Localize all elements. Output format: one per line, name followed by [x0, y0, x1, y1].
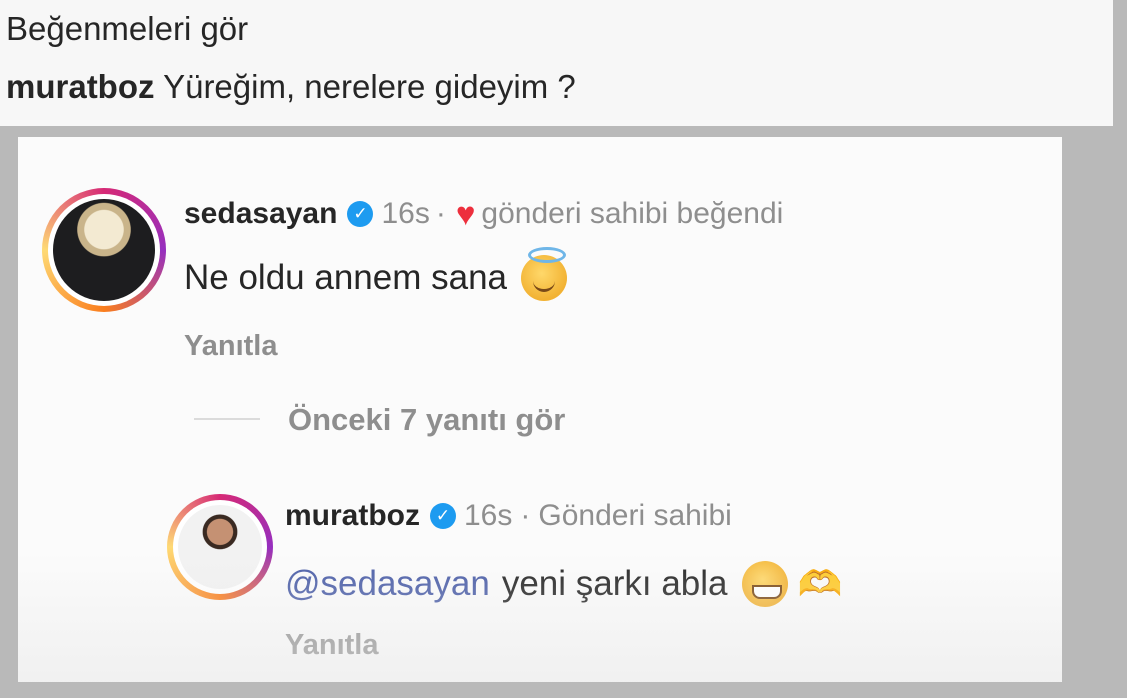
avatar-image [178, 505, 262, 589]
smiling-face-with-halo-icon [521, 247, 567, 301]
comment-text: Ne oldu annem sana [184, 258, 507, 297]
verified-badge-icon: ✓ [347, 201, 374, 227]
liked-by-author-label: gönderi sahibi beğendi [481, 197, 784, 230]
avatar-image [53, 199, 155, 301]
author-label: Gönderi sahibi [538, 499, 732, 532]
caption-username[interactable]: muratboz [6, 68, 155, 105]
post-caption-card: Beğenmeleri gör muratboz Yüreğim, nerele… [0, 0, 1113, 126]
post-caption: muratboz Yüreğim, nerelere gideyim ? [6, 68, 576, 106]
reply-button[interactable]: Yanıtla [184, 330, 278, 363]
verified-badge-icon: ✓ [430, 503, 456, 529]
meta-separator: · [435, 197, 446, 230]
view-likes-link[interactable]: Beğenmeleri gör [6, 10, 248, 48]
reply-button[interactable]: Yanıtla [285, 629, 379, 662]
meta-separator: · [520, 499, 531, 532]
comment-username[interactable]: sedasayan [184, 197, 337, 231]
heart-icon: ♥ [455, 195, 476, 232]
comment-header: sedasayan ✓ 16s · ♥ gönderi sahibi beğen… [184, 195, 783, 233]
comment-thread: sedasayan ✓ 16s · ♥ gönderi sahibi beğen… [18, 137, 1062, 682]
avatar-muratboz[interactable] [167, 494, 273, 600]
heart-hands-icon: 🫶 [797, 563, 843, 604]
caption-text: Yüreğim, nerelere gideyim ? [163, 68, 576, 105]
comment-time: 16s [381, 197, 430, 230]
mention-link[interactable]: @sedasayan [285, 564, 490, 604]
avatar-border [48, 194, 160, 306]
avatar-sedasayan[interactable] [42, 188, 166, 312]
thread-divider [194, 418, 260, 420]
grinning-face-icon [741, 561, 788, 607]
reply-header: muratboz ✓ 16s · Gönderi sahibi [285, 499, 732, 533]
comment-body: Ne oldu annem sana [184, 247, 567, 301]
avatar-border [173, 500, 267, 594]
reply-time: 16s [464, 499, 513, 532]
view-previous-replies-button[interactable]: Önceki 7 yanıtı gör [288, 402, 565, 438]
reply-body: @sedasayan yeni şarkı abla 🫶 [285, 561, 842, 607]
reply-text: yeni şarkı abla [501, 564, 728, 603]
reply-username[interactable]: muratboz [285, 499, 420, 533]
